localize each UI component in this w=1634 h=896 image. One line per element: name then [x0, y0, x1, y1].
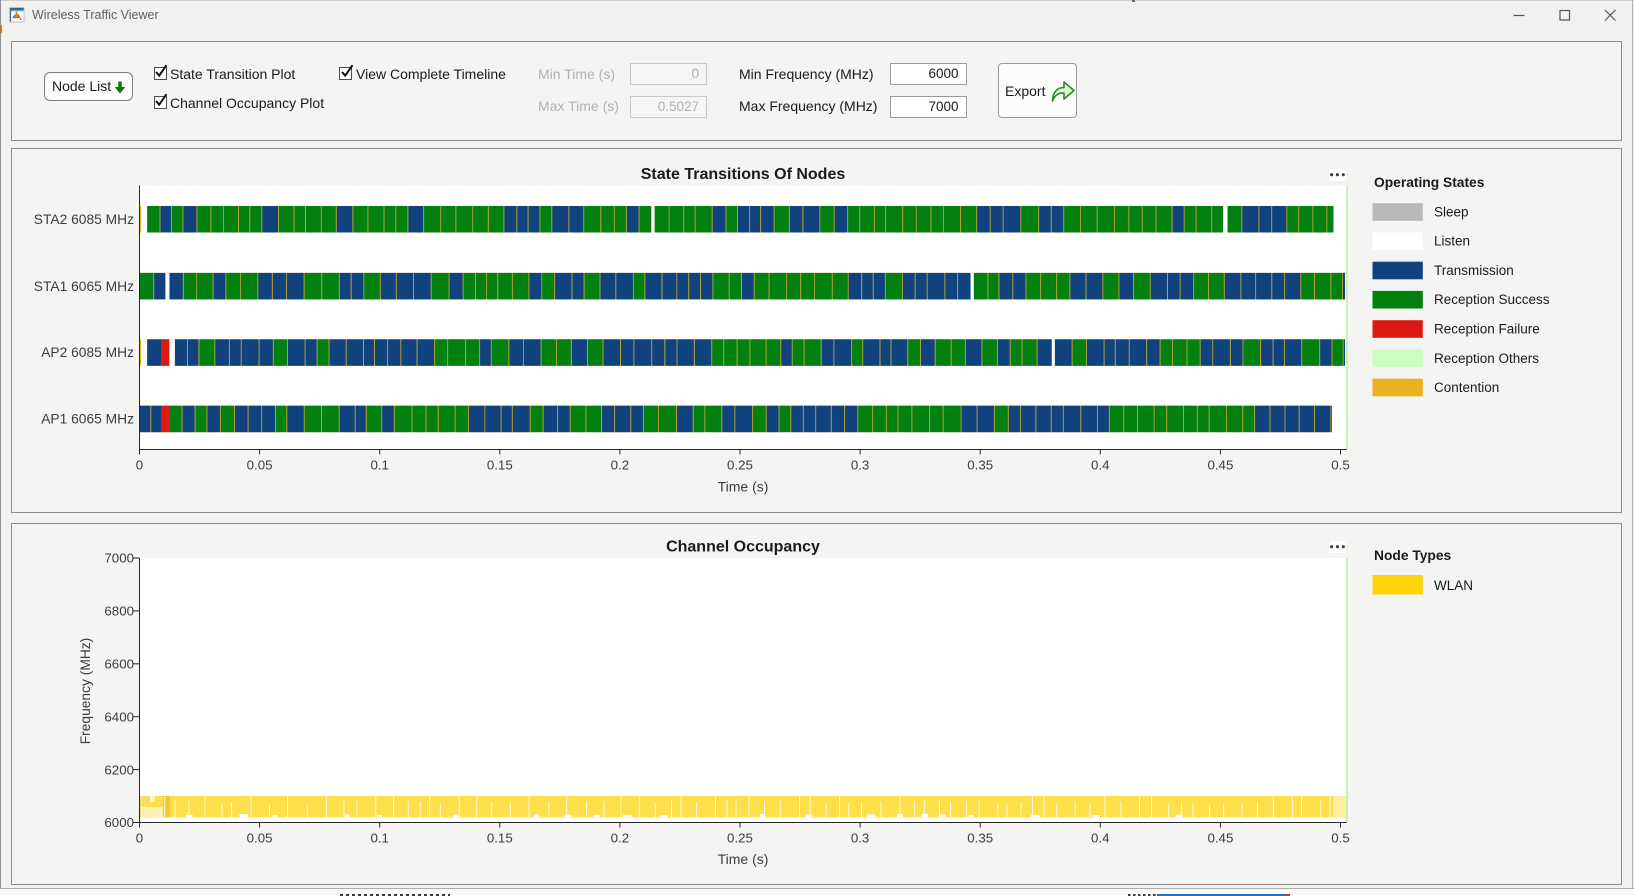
svg-text:6400: 6400 [104, 709, 134, 724]
svg-text:0.4: 0.4 [1091, 458, 1110, 473]
svg-text:Listen: Listen [1434, 234, 1470, 249]
svg-text:Contention: Contention [1434, 380, 1499, 395]
svg-text:0.3: 0.3 [851, 831, 870, 846]
svg-text:Reception Others: Reception Others [1434, 351, 1539, 366]
svg-text:0.4: 0.4 [1091, 831, 1110, 846]
svg-text:Time (s): Time (s) [718, 479, 769, 495]
svg-text:Frequency (MHz): Frequency (MHz) [78, 638, 93, 745]
svg-text:0.05: 0.05 [247, 831, 273, 846]
svg-text:0.45: 0.45 [1207, 831, 1233, 846]
svg-text:0.35: 0.35 [967, 831, 993, 846]
svg-text:0: 0 [136, 458, 143, 473]
svg-text:Transmission: Transmission [1434, 263, 1514, 278]
svg-text:0.35: 0.35 [967, 458, 993, 473]
svg-text:AP2 6085 MHz: AP2 6085 MHz [41, 345, 134, 360]
svg-text:0.25: 0.25 [727, 458, 753, 473]
svg-text:AP1 6065 MHz: AP1 6065 MHz [41, 412, 134, 427]
svg-text:6600: 6600 [104, 657, 134, 672]
svg-text:0.15: 0.15 [487, 831, 513, 846]
svg-text:0.05: 0.05 [247, 458, 273, 473]
svg-text:7000: 7000 [104, 551, 134, 566]
svg-text:6200: 6200 [104, 762, 134, 777]
svg-text:0.2: 0.2 [611, 458, 630, 473]
svg-text:0.25: 0.25 [727, 831, 753, 846]
svg-text:Node Types: Node Types [1374, 548, 1452, 563]
svg-text:Time (s): Time (s) [718, 851, 769, 867]
svg-text:0.5: 0.5 [1331, 458, 1350, 473]
svg-text:0.45: 0.45 [1207, 458, 1233, 473]
svg-text:State Transitions Of Nodes: State Transitions Of Nodes [641, 166, 846, 183]
svg-text:0.15: 0.15 [487, 458, 513, 473]
svg-text:Reception Failure: Reception Failure [1434, 322, 1540, 337]
svg-text:6800: 6800 [104, 604, 134, 619]
svg-text:Operating States: Operating States [1374, 175, 1485, 190]
svg-text:Sleep: Sleep [1434, 205, 1469, 220]
svg-text:0.5: 0.5 [1331, 831, 1350, 846]
svg-text:0.3: 0.3 [851, 458, 870, 473]
svg-text:0: 0 [136, 831, 143, 846]
svg-text:0.2: 0.2 [611, 831, 630, 846]
svg-text:6000: 6000 [104, 815, 134, 830]
svg-text:STA2 6085 MHz: STA2 6085 MHz [34, 212, 134, 227]
svg-text:WLAN: WLAN [1434, 578, 1473, 593]
svg-text:0.1: 0.1 [370, 458, 389, 473]
svg-text:0.1: 0.1 [370, 831, 389, 846]
svg-text:Channel Occupancy: Channel Occupancy [666, 539, 820, 556]
svg-text:STA1 6065 MHz: STA1 6065 MHz [34, 279, 134, 294]
svg-text:Reception Success: Reception Success [1434, 292, 1550, 307]
